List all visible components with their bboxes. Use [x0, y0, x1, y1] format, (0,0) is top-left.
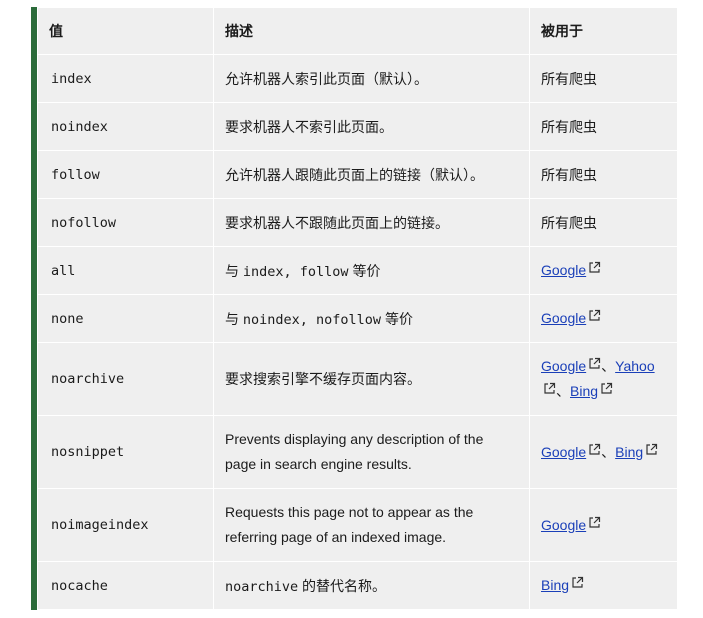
bing-link[interactable]: Bing: [541, 577, 569, 593]
description-cell: 要求机器人不索引此页面。: [213, 102, 530, 151]
used-by-cell: Google: [529, 246, 678, 295]
description-cell: 要求机器人不跟随此页面上的链接。: [213, 198, 530, 247]
description-text: 等价: [348, 262, 381, 279]
table-row: none 与 noindex, nofollow 等价 Google: [37, 294, 678, 343]
table-row: noindex 要求机器人不索引此页面。 所有爬虫: [37, 102, 678, 151]
description-text: 与: [225, 310, 243, 327]
table-header-row: 值 描述 被用于: [37, 7, 678, 55]
description-text: 的替代名称。: [298, 577, 387, 594]
link-separator: 、: [601, 358, 616, 374]
value-cell: none: [37, 294, 214, 343]
robots-meta-table-container: 值 描述 被用于 index 允许机器人索引此页面（默认）。 所有爬虫 noin…: [31, 7, 678, 610]
value-cell: nosnippet: [37, 415, 214, 489]
value-cell: index: [37, 54, 214, 103]
external-link-icon: [588, 357, 601, 370]
description-text: 等价: [381, 310, 413, 327]
description-code: index, follow: [242, 263, 349, 280]
google-link[interactable]: Google: [541, 517, 586, 533]
description-cell: Prevents displaying any description of t…: [213, 415, 530, 489]
table-row: index 允许机器人索引此页面（默认）。 所有爬虫: [37, 54, 678, 103]
description-cell: 允许机器人跟随此页面上的链接（默认）。: [213, 150, 530, 199]
table-row: noimageindex Requests this page not to a…: [37, 488, 678, 562]
description-text: 与: [225, 262, 243, 279]
used-by-cell: 所有爬虫: [529, 102, 678, 151]
value-cell: follow: [37, 150, 214, 199]
external-link-icon: [645, 443, 658, 456]
google-link[interactable]: Google: [541, 262, 586, 278]
value-cell: nocache: [37, 561, 214, 610]
external-link-icon: [588, 443, 601, 456]
table-row: nofollow 要求机器人不跟随此页面上的链接。 所有爬虫: [37, 198, 678, 247]
used-by-cell: Google: [529, 294, 678, 343]
value-cell: noindex: [37, 102, 214, 151]
value-cell: nofollow: [37, 198, 214, 247]
description-cell: 与 noindex, nofollow 等价: [213, 294, 530, 343]
external-link-icon: [571, 576, 584, 589]
description-cell: Requests this page not to appear as the …: [213, 488, 530, 562]
description-cell: noarchive 的替代名称。: [213, 561, 530, 610]
description-cell: 要求搜索引擎不缓存页面内容。: [213, 342, 530, 416]
table-row: all 与 index, follow 等价 Google: [37, 246, 678, 295]
table-row: nosnippet Prevents displaying any descri…: [37, 415, 678, 489]
external-link-icon: [588, 261, 601, 274]
used-by-cell: 所有爬虫: [529, 198, 678, 247]
description-cell: 与 index, follow 等价: [213, 246, 530, 295]
yahoo-link[interactable]: Yahoo: [615, 358, 654, 374]
used-by-cell: Google 、Yahoo 、Bing: [529, 342, 678, 416]
google-link[interactable]: Google: [541, 310, 586, 326]
robots-meta-values-table: 值 描述 被用于 index 允许机器人索引此页面（默认）。 所有爬虫 noin…: [37, 7, 678, 610]
value-cell: noarchive: [37, 342, 214, 416]
link-separator: 、: [601, 443, 616, 460]
used-by-cell: Google: [529, 488, 678, 562]
used-by-cell: 所有爬虫: [529, 150, 678, 199]
external-link-icon: [588, 309, 601, 322]
bing-link[interactable]: Bing: [570, 383, 598, 399]
header-value: 值: [37, 7, 214, 55]
description-cell: 允许机器人索引此页面（默认）。: [213, 54, 530, 103]
table-row: nocache noarchive 的替代名称。 Bing: [37, 561, 678, 610]
value-cell: all: [37, 246, 214, 295]
used-by-cell: Google 、Bing: [529, 415, 678, 489]
used-by-cell: Bing: [529, 561, 678, 610]
description-code: noindex, nofollow: [242, 311, 382, 328]
link-separator: 、: [556, 383, 570, 399]
description-code: noarchive: [225, 578, 299, 595]
google-link[interactable]: Google: [541, 358, 586, 374]
used-by-cell: 所有爬虫: [529, 54, 678, 103]
bing-link[interactable]: Bing: [615, 444, 643, 460]
external-link-icon: [543, 382, 556, 395]
table-row: follow 允许机器人跟随此页面上的链接（默认）。 所有爬虫: [37, 150, 678, 199]
value-cell: noimageindex: [37, 488, 214, 562]
header-description: 描述: [213, 7, 530, 55]
google-link[interactable]: Google: [541, 444, 586, 460]
external-link-icon: [588, 516, 601, 529]
table-row: noarchive 要求搜索引擎不缓存页面内容。 Google 、Yahoo 、Bi…: [37, 342, 678, 416]
external-link-icon: [600, 382, 613, 395]
header-used-by: 被用于: [529, 7, 678, 55]
